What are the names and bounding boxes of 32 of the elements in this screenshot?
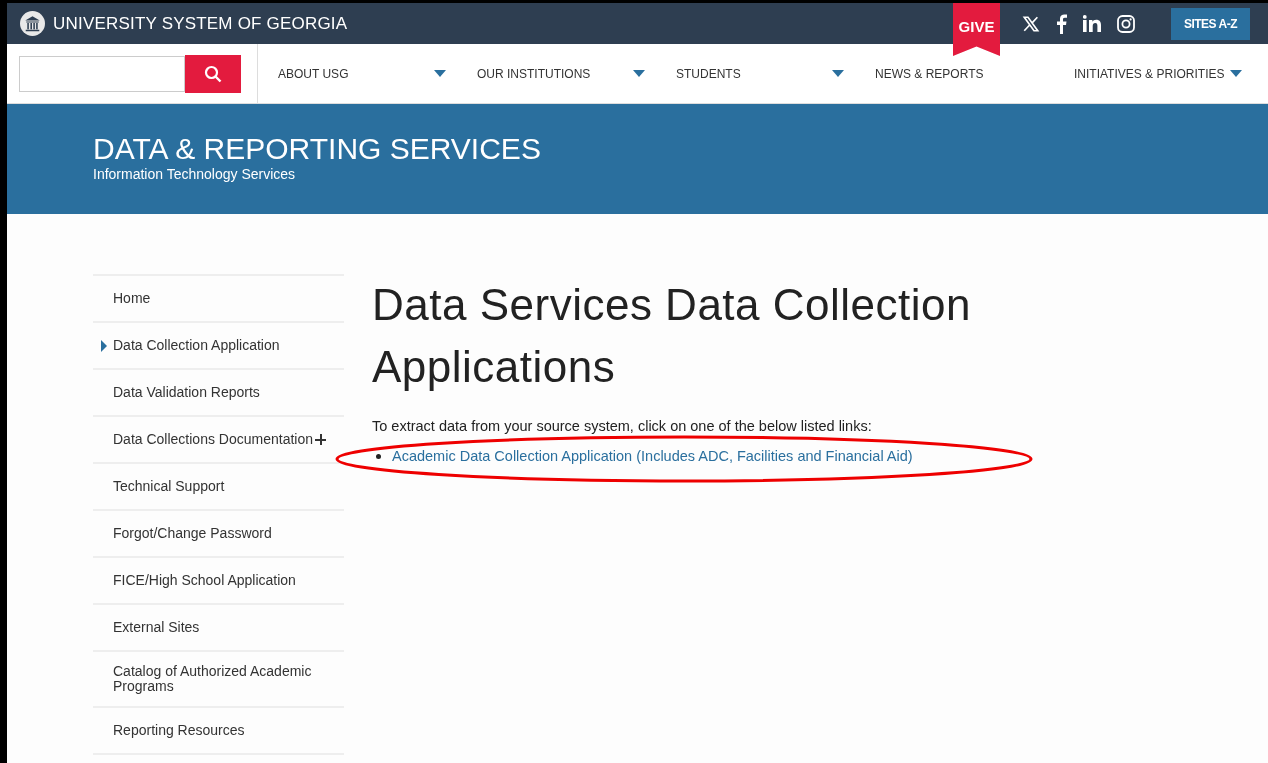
- sidebar-item[interactable]: Catalog of Authorized Academic Programs: [93, 652, 344, 708]
- nav-menu-item[interactable]: OUR INSTITUTIONS: [471, 65, 670, 82]
- sidebar-item[interactable]: Technical Support: [93, 464, 344, 511]
- nav-menu-item[interactable]: ABOUT USG: [272, 65, 471, 82]
- nav-menu-item[interactable]: STUDENTS: [670, 65, 869, 82]
- sidebar-item[interactable]: Home: [93, 276, 344, 323]
- sidebar-item[interactable]: FICE/High School Application: [93, 558, 344, 605]
- sidebar-item[interactable]: Data Collections Documentation: [93, 417, 344, 464]
- sidebar-item[interactable]: Forgot/Change Password: [93, 511, 344, 558]
- building-logo-icon[interactable]: [20, 11, 45, 36]
- sidebar-item[interactable]: External Sites: [93, 605, 344, 652]
- banner-title: DATA & REPORTING SERVICES: [93, 132, 542, 166]
- page-heading: Data Services Data Collection Applications: [372, 279, 972, 393]
- sidebar-item[interactable]: Reporting Resources: [93, 708, 344, 755]
- sidebar-item[interactable]: Data Collection Application: [93, 323, 344, 370]
- nav-menu-item[interactable]: INITIATIVES & PRIORITIES: [1068, 65, 1267, 82]
- give-ribbon[interactable]: GIVE: [953, 3, 1000, 56]
- search-icon: [204, 64, 222, 83]
- x-icon[interactable]: [1021, 14, 1040, 33]
- intro-text: To extract data from your source system, click on one of the below listed links:: [372, 418, 873, 434]
- sites-a-z-button[interactable]: SITES A-Z: [1170, 7, 1250, 40]
- site-brand[interactable]: UNIVERSITY SYSTEM OF GEORGIA: [53, 13, 348, 34]
- search-button[interactable]: [185, 54, 241, 93]
- instagram-icon[interactable]: [1116, 14, 1135, 33]
- linkedin-icon[interactable]: [1082, 15, 1101, 32]
- banner-subtitle: Information Technology Services: [93, 166, 297, 182]
- bullet-icon: [376, 453, 381, 459]
- expand-plus-icon[interactable]: [315, 434, 326, 445]
- nav-menu-item[interactable]: NEWS & REPORTS: [869, 65, 1068, 82]
- facebook-icon[interactable]: [1055, 13, 1067, 34]
- search-field[interactable]: [19, 55, 185, 92]
- sidebar-item[interactable]: Data Validation Reports: [93, 370, 344, 417]
